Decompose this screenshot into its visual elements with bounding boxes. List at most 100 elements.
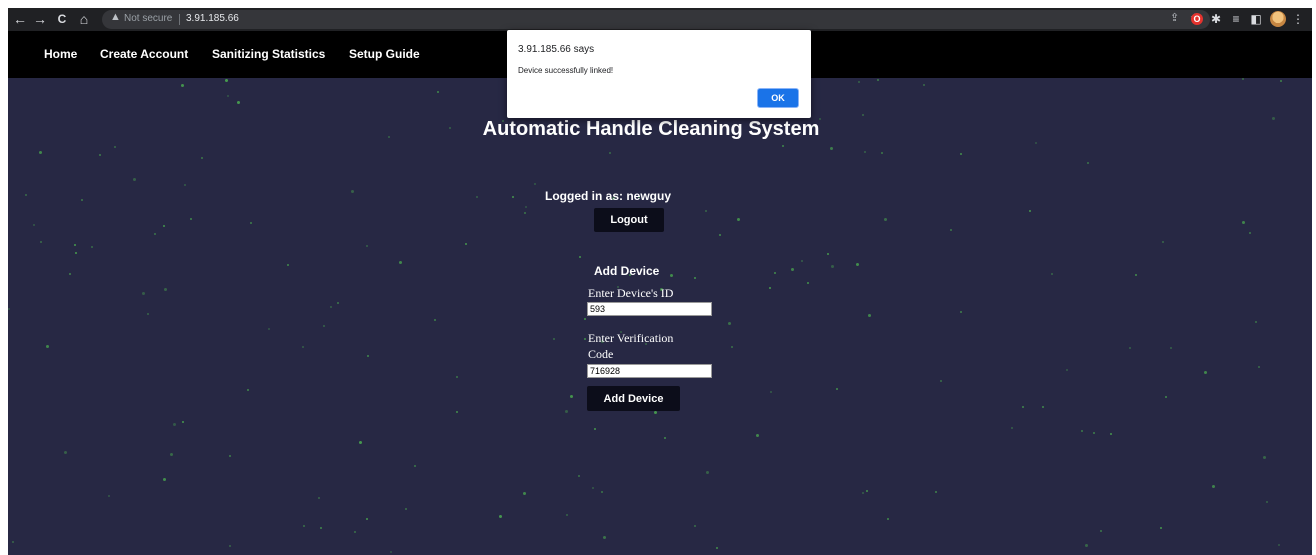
star-dot xyxy=(247,389,249,391)
star-dot xyxy=(434,319,436,321)
star-dot xyxy=(227,95,229,97)
nav-setup-guide-link[interactable]: Setup Guide xyxy=(349,47,420,61)
not-secure-label[interactable]: Not secure xyxy=(124,13,172,24)
star-dot xyxy=(1135,274,1137,276)
star-dot xyxy=(884,218,887,221)
star-dot xyxy=(39,151,42,154)
star-dot xyxy=(584,338,586,340)
star-dot xyxy=(99,154,101,156)
star-dot xyxy=(782,145,784,147)
star-dot xyxy=(960,311,962,313)
star-dot xyxy=(770,391,772,393)
nav-sanitizing-statistics-link[interactable]: Sanitizing Statistics xyxy=(212,47,325,61)
address-bar[interactable]: ▲ Not secure 3.91.185.66 ⇪ ☆ xyxy=(102,10,1210,29)
star-dot xyxy=(250,222,252,224)
star-dot xyxy=(579,256,581,258)
star-dot xyxy=(1266,501,1268,503)
star-dot xyxy=(40,241,42,243)
back-icon[interactable]: ← xyxy=(12,11,28,27)
star-dot xyxy=(523,492,526,495)
star-dot xyxy=(173,423,176,426)
star-dot xyxy=(769,287,771,289)
star-dot xyxy=(1258,366,1260,368)
star-dot xyxy=(163,478,166,481)
star-dot xyxy=(229,455,231,457)
star-dot xyxy=(525,206,527,208)
star-dot xyxy=(807,282,809,284)
star-dot xyxy=(1280,80,1282,82)
alert-ok-button[interactable]: OK xyxy=(757,88,799,108)
device-id-label: Enter Device's ID xyxy=(588,286,674,300)
star-dot xyxy=(237,101,240,104)
reading-list-icon[interactable]: ≡ xyxy=(1228,11,1244,27)
star-dot xyxy=(456,376,458,378)
logout-button[interactable]: Logout xyxy=(594,208,664,232)
star-dot xyxy=(399,261,402,264)
star-dot xyxy=(69,273,71,275)
star-dot xyxy=(774,272,776,274)
star-dot xyxy=(323,325,325,327)
opera-extension-icon[interactable]: O xyxy=(1191,13,1203,25)
star-dot xyxy=(1255,321,1257,323)
star-dot xyxy=(716,547,718,549)
star-dot xyxy=(1204,371,1207,374)
star-dot xyxy=(862,492,864,494)
star-dot xyxy=(664,437,666,439)
star-dot xyxy=(142,292,145,295)
reload-icon[interactable]: C xyxy=(54,11,70,27)
star-dot xyxy=(864,151,866,153)
star-dot xyxy=(318,497,320,499)
alert-title: 3.91.185.66 says xyxy=(518,44,595,55)
star-dot xyxy=(570,395,573,398)
star-dot xyxy=(756,434,759,437)
star-dot xyxy=(367,355,369,357)
profile-avatar[interactable] xyxy=(1270,11,1286,27)
star-dot xyxy=(1242,78,1244,80)
star-dot xyxy=(74,244,76,246)
star-dot xyxy=(201,157,203,159)
star-dot xyxy=(359,441,362,444)
star-dot xyxy=(268,328,270,330)
star-dot xyxy=(694,525,696,527)
forward-icon[interactable]: → xyxy=(32,11,48,27)
star-dot xyxy=(887,518,889,520)
side-panel-icon[interactable]: ◧ xyxy=(1248,11,1264,27)
browser-menu-icon[interactable]: ⋮ xyxy=(1290,11,1306,27)
star-dot xyxy=(728,322,731,325)
star-dot xyxy=(75,252,77,254)
logged-in-status: Logged in as: newguy xyxy=(545,189,672,203)
star-dot xyxy=(950,229,952,231)
star-dot xyxy=(592,487,594,489)
star-dot xyxy=(594,428,596,430)
star-dot xyxy=(437,91,439,93)
star-dot xyxy=(330,306,332,308)
home-icon[interactable]: ⌂ xyxy=(76,11,92,27)
page-title: Automatic Handle Cleaning System xyxy=(482,118,820,140)
star-dot xyxy=(731,346,733,348)
star-dot xyxy=(476,196,478,198)
star-dot xyxy=(1110,433,1112,435)
device-id-input[interactable] xyxy=(587,302,712,316)
star-dot xyxy=(190,218,192,220)
star-dot xyxy=(877,79,879,81)
star-dot xyxy=(791,268,794,271)
extensions-puzzle-icon[interactable]: ✱ xyxy=(1208,11,1224,27)
url-text[interactable]: 3.91.185.66 xyxy=(186,13,239,24)
address-separator xyxy=(179,14,180,25)
alert-dialog: 3.91.185.66 says Device successfully lin… xyxy=(507,30,811,118)
star-dot xyxy=(584,318,586,320)
browser-toolbar: ← → C ⌂ ▲ Not secure 3.91.185.66 ⇪ ☆ O ✱… xyxy=(8,8,1312,31)
verification-code-input[interactable] xyxy=(587,364,712,378)
star-dot xyxy=(940,380,942,382)
nav-create-account-link[interactable]: Create Account xyxy=(100,47,188,61)
star-dot xyxy=(866,490,868,492)
star-dot xyxy=(184,184,186,186)
star-dot xyxy=(566,514,568,516)
star-dot xyxy=(390,551,392,553)
nav-home-link[interactable]: Home xyxy=(44,47,77,61)
add-device-button[interactable]: Add Device xyxy=(587,386,680,411)
share-icon[interactable]: ⇪ xyxy=(1170,11,1179,24)
add-device-heading: Add Device xyxy=(594,264,660,278)
star-dot xyxy=(960,153,962,155)
star-dot xyxy=(578,475,580,477)
